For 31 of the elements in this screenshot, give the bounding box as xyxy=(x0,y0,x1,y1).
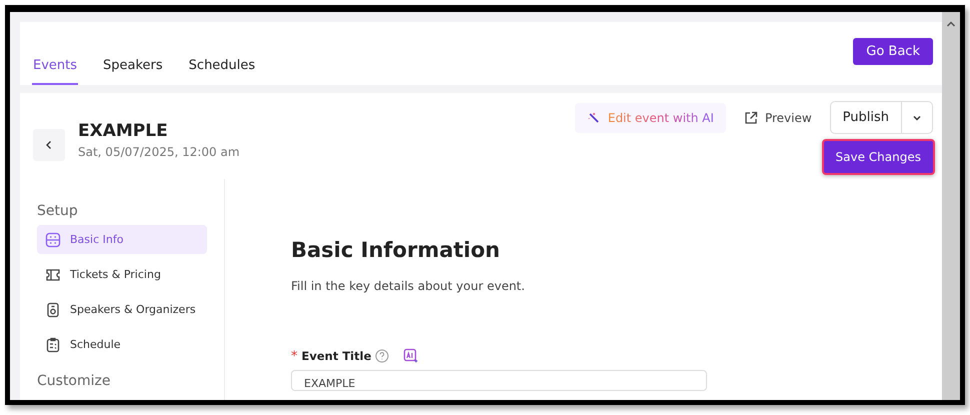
section-title: Basic Information xyxy=(291,238,500,262)
ticket-icon xyxy=(45,266,61,282)
nav-tab[interactable]: Schedules xyxy=(188,58,256,85)
clipboard-icon xyxy=(45,336,61,352)
required-mark: * xyxy=(291,348,298,364)
scrollbar[interactable] xyxy=(942,12,960,400)
event-title: EXAMPLE xyxy=(78,121,169,141)
section-heading: Setup xyxy=(37,203,79,219)
text-field[interactable]: EXAMPLE xyxy=(291,370,707,391)
event-date: Sat, 05/07/2025, 12:00 am xyxy=(78,145,240,159)
sidebar-item[interactable]: Schedule xyxy=(37,330,207,359)
sidebar-item[interactable]: Basic Info xyxy=(37,225,207,254)
save-changes-button[interactable]: Save Changes xyxy=(822,139,935,175)
go-back-button[interactable]: Go Back xyxy=(853,38,933,65)
grid-icon xyxy=(45,232,61,248)
ai-icon[interactable] xyxy=(403,348,420,364)
scroll-up-icon[interactable] xyxy=(946,20,956,28)
section-description: Fill in the key details about your event. xyxy=(291,279,525,293)
chevron-left-icon xyxy=(44,140,54,150)
edit-with-ai-button[interactable]: Edit event with AI xyxy=(574,102,726,132)
external-link-icon xyxy=(744,110,758,124)
field-label: Event Title xyxy=(302,349,372,363)
help-icon[interactable] xyxy=(375,349,390,363)
preview-button[interactable]: Preview xyxy=(740,106,816,128)
magic-wand-icon xyxy=(586,110,601,124)
nav-tab[interactable]: Events xyxy=(32,58,78,85)
nav-tab[interactable]: Speakers xyxy=(102,58,164,85)
sidebar-item[interactable]: Speakers & Organizers xyxy=(37,295,207,324)
badge-icon xyxy=(45,302,61,318)
sidebar-item[interactable]: Tickets & Pricing xyxy=(37,260,207,289)
section-heading: Customize xyxy=(37,373,112,389)
